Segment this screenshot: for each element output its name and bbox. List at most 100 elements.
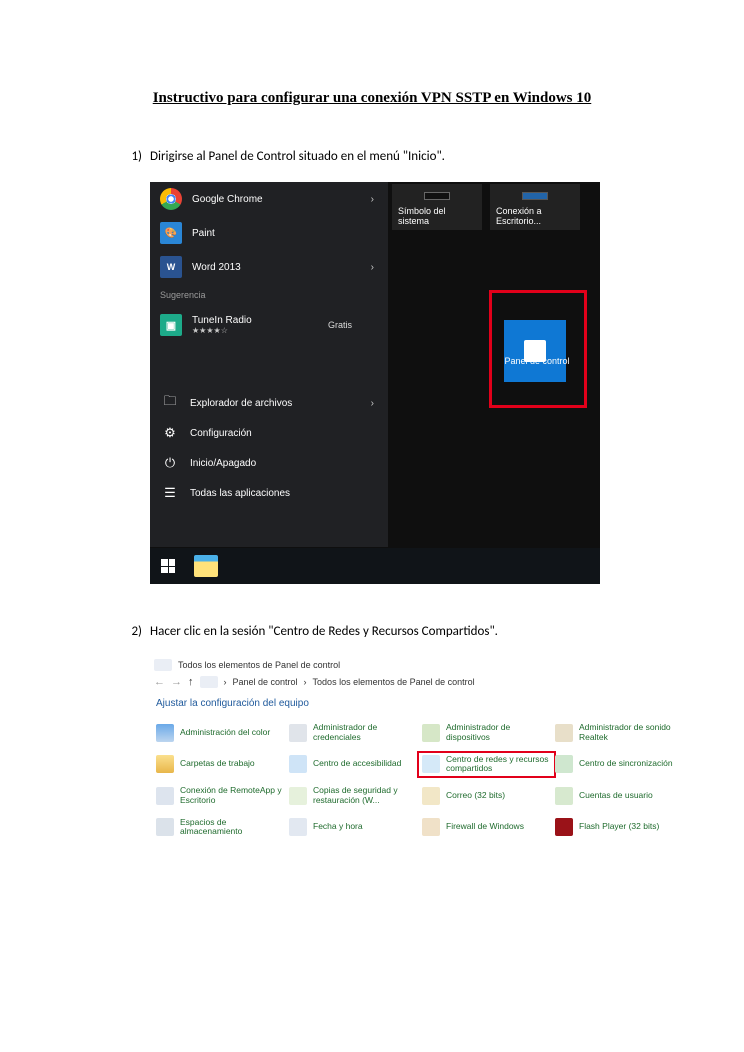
control-panel-item[interactable]: Firewall de Windows (422, 818, 551, 838)
cp-item-label: Cuentas de usuario (579, 791, 653, 801)
cp-item-label: Copias de seguridad y restauración (W... (313, 786, 418, 806)
chevron-right-icon: › (371, 194, 374, 205)
control-panel-item[interactable]: Fecha y hora (289, 818, 418, 838)
control-panel-item[interactable]: Flash Player (32 bits) (555, 818, 684, 838)
tile-remote-desktop[interactable]: Conexión a Escritorio... (490, 184, 580, 230)
control-panel-item[interactable]: Conexión de RemoteApp y Escritorio (156, 786, 285, 806)
app-label: Word 2013 (192, 262, 241, 273)
cp-item-label: Administrador de credenciales (313, 723, 418, 743)
control-panel-item[interactable]: Administrador de credenciales (289, 723, 418, 743)
suggestion-body: TuneIn Radio ★★★★☆ (192, 315, 252, 335)
start-menu-screenshot: Google Chrome › 🎨 Paint W Word 2013 › Su… (150, 182, 600, 584)
chevron-right-icon: › (371, 398, 374, 409)
cp-item-label: Centro de redes y recursos compartidos (446, 755, 551, 775)
control-panel-item[interactable]: Carpetas de trabajo (156, 755, 285, 775)
address-bar[interactable]: ← → ↑ › Panel de control › Todos los ele… (150, 673, 690, 694)
control-panel-item[interactable]: Correo (32 bits) (422, 786, 551, 806)
tile-system-symbol[interactable]: Símbolo del sistema (392, 184, 482, 230)
start-menu-item-settings[interactable]: ⚙ Configuración (150, 418, 388, 448)
cp-item-label: Flash Player (32 bits) (579, 822, 659, 832)
cp-item-label: Conexión de RemoteApp y Escritorio (180, 786, 285, 806)
control-panel-icon (200, 676, 218, 688)
up-icon[interactable]: ↑ (188, 676, 194, 688)
cp-item-icon (555, 818, 573, 836)
forward-icon[interactable]: → (171, 676, 182, 688)
document-page: Instructivo para configurar una conexión… (0, 0, 744, 1052)
windows-icon (161, 559, 175, 573)
breadcrumb-sep: › (304, 677, 307, 687)
cp-item-icon (555, 755, 573, 773)
control-panel-item[interactable]: Centro de accesibilidad (289, 755, 418, 775)
breadcrumb[interactable]: Panel de control (233, 677, 298, 687)
cp-item-label: Firewall de Windows (446, 822, 524, 832)
cp-item-label: Espacios de almacenamiento (180, 818, 285, 838)
cp-item-icon (156, 755, 174, 773)
control-panel-item[interactable]: Centro de sincronización (555, 755, 684, 775)
suggestion-header: Sugerencia (150, 284, 388, 306)
cp-item-icon (289, 818, 307, 836)
start-menu-item-chrome[interactable]: Google Chrome › (150, 182, 388, 216)
cp-item-icon (422, 818, 440, 836)
control-panel-item[interactable]: Espacios de almacenamiento (156, 818, 285, 838)
control-panel-grid: Administración del color Administrador de… (150, 723, 690, 845)
cp-item-icon (156, 818, 174, 836)
control-panel-subheader: Ajustar la configuración del equipo (150, 694, 690, 723)
start-menu-item-tunein[interactable]: ▣ TuneIn Radio ★★★★☆ Gratis (150, 306, 388, 344)
step-2-number: 2) (120, 624, 150, 639)
breadcrumb[interactable]: Todos los elementos de Panel de control (313, 677, 475, 687)
cp-item-label: Fecha y hora (313, 822, 363, 832)
cp-item-icon (289, 724, 307, 742)
cp-item-label: Administración del color (180, 728, 270, 738)
control-panel-item[interactable]: Centro de redes y recursos compartidos (417, 751, 556, 779)
control-panel-screenshot: Todos los elementos de Panel de control … (150, 657, 690, 845)
price-label: Gratis (328, 320, 352, 330)
window-titlebar: Todos los elementos de Panel de control (150, 657, 690, 673)
taskbar-explorer-icon[interactable] (194, 555, 218, 577)
chevron-right-icon: › (371, 262, 374, 273)
cp-item-icon (422, 724, 440, 742)
cp-item-icon (156, 787, 174, 805)
app-label: Paint (192, 228, 215, 239)
control-panel-item[interactable]: Cuentas de usuario (555, 786, 684, 806)
app-label: Google Chrome (192, 194, 263, 205)
sys-label: Configuración (190, 428, 252, 439)
step-2: 2) Hacer clic en la sesión "Centro de Re… (120, 624, 624, 639)
step-2-text: Hacer clic en la sesión "Centro de Redes… (150, 624, 624, 639)
start-menu-item-paint[interactable]: 🎨 Paint (150, 216, 388, 250)
control-panel-item[interactable]: Administración del color (156, 723, 285, 743)
back-icon[interactable]: ← (154, 676, 165, 688)
cp-item-label: Administrador de dispositivos (446, 723, 551, 743)
taskbar (150, 548, 600, 584)
control-panel-item[interactable]: Copias de seguridad y restauración (W... (289, 786, 418, 806)
allapps-icon: ☰ (162, 485, 178, 501)
start-menu-item-allapps[interactable]: ☰ Todas las aplicaciones (150, 478, 388, 508)
cp-item-label: Correo (32 bits) (446, 791, 505, 801)
start-button[interactable] (150, 548, 186, 584)
start-menu-item-word[interactable]: W Word 2013 › (150, 250, 388, 284)
start-menu-item-explorer[interactable]: 🗀 Explorador de archivos › (150, 388, 388, 418)
power-icon: ⏻ (162, 455, 178, 471)
tunein-icon: ▣ (160, 314, 182, 336)
cp-item-icon (422, 787, 440, 805)
explorer-icon: 🗀 (162, 395, 178, 411)
gear-icon: ⚙ (162, 425, 178, 441)
cp-item-icon (422, 755, 440, 773)
spacer (150, 344, 388, 388)
tile-label: Símbolo del sistema (398, 206, 476, 226)
step-1-text: Dirigirse al Panel de Control situado en… (150, 149, 624, 164)
cp-item-icon (555, 787, 573, 805)
control-panel-item[interactable]: Administrador de dispositivos (422, 723, 551, 743)
word-icon: W (160, 256, 182, 278)
control-panel-item[interactable]: Administrador de sonido Realtek (555, 723, 684, 743)
cp-item-label: Carpetas de trabajo (180, 759, 255, 769)
cmd-icon (424, 192, 450, 200)
rating-stars: ★★★★☆ (192, 326, 252, 335)
remote-desktop-icon (522, 192, 548, 200)
sys-label: Inicio/Apagado (190, 458, 256, 469)
cp-item-icon (289, 787, 307, 805)
cp-item-icon (555, 724, 573, 742)
paint-icon: 🎨 (160, 222, 182, 244)
start-menu-item-power[interactable]: ⏻ Inicio/Apagado (150, 448, 388, 478)
sys-label: Explorador de archivos (190, 398, 292, 409)
document-title: Instructivo para configurar una conexión… (120, 90, 624, 107)
